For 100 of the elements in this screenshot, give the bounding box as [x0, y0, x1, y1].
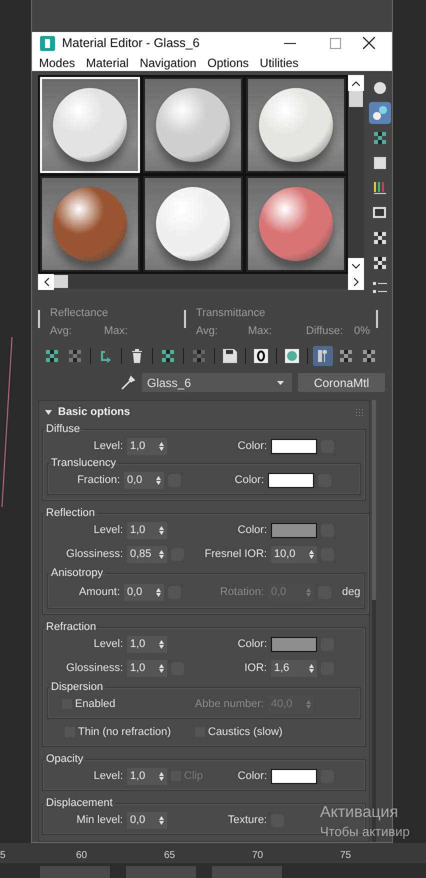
toolbar-button[interactable] [282, 346, 302, 366]
save-icon [222, 348, 238, 364]
close-icon[interactable] [363, 37, 375, 50]
stat-label: Avg: [196, 325, 219, 339]
spinner-arrows-icon[interactable] [159, 526, 164, 534]
field-label: Color: [238, 524, 267, 536]
stat-title: Reflectance [50, 307, 110, 321]
spinner-arrows-icon[interactable] [159, 640, 164, 648]
menu-item[interactable]: Material [86, 56, 129, 70]
checker-icon [160, 348, 176, 364]
square-icon [372, 155, 388, 171]
field-label: Min level: [76, 814, 123, 826]
field-label: Color: [238, 770, 267, 782]
field-label: Glossiness: [66, 548, 123, 560]
spinner-arrows-icon[interactable] [309, 550, 314, 558]
field-label: Fraction: [77, 474, 120, 486]
menu-item[interactable]: Utilities [260, 56, 298, 70]
sample-slot[interactable] [40, 176, 140, 272]
trash-icon [130, 348, 144, 364]
checker-icon [338, 348, 354, 364]
spinner-arrows-icon[interactable] [159, 442, 164, 450]
color-swatch[interactable] [271, 636, 317, 652]
spinner-field[interactable]: 10,0 [271, 546, 317, 562]
spinner-field[interactable]: 0,0 [124, 472, 164, 488]
field-label: Color: [234, 474, 264, 486]
activation-title: Активация [320, 804, 400, 822]
rollout-title[interactable]: Basic options [58, 406, 350, 418]
color-swatch[interactable] [268, 472, 314, 488]
section-title: Reflection [45, 507, 96, 519]
color-swatch[interactable] [271, 438, 317, 454]
sample-slot[interactable] [143, 77, 243, 173]
toolbar-button[interactable] [220, 346, 240, 366]
spinner-arrows-icon[interactable] [156, 476, 161, 484]
spinner-field[interactable]: 1,6 [271, 660, 317, 676]
stat-title: Transmittance [196, 307, 266, 321]
maximize-icon[interactable] [330, 38, 341, 49]
group-title: Anisotropy [50, 567, 104, 579]
field-label: Texture: [228, 814, 267, 826]
checker-icon [372, 255, 388, 271]
checker-icon [372, 130, 388, 146]
scroll-thumb[interactable] [54, 275, 68, 288]
checkbox[interactable]: Thin (no refraction) [47, 726, 171, 738]
section-title: Refraction [45, 621, 98, 633]
ruler-label: 65 [164, 850, 176, 861]
ruler-label: 75 [340, 850, 352, 861]
timeline-ruler[interactable]: 5 60 65 70 75 [0, 843, 426, 863]
color-bars-icon [372, 180, 388, 196]
spinner-arrows-icon[interactable] [159, 550, 164, 558]
menu-item[interactable]: Modes [39, 56, 76, 70]
spinner-field[interactable]: 0,0 [124, 584, 164, 600]
ruler-label: 60 [76, 850, 88, 861]
spinner-field[interactable]: 1,0 [127, 522, 167, 538]
activation-subtitle: Чтобы активир [320, 824, 410, 839]
field-label: IOR: [244, 662, 267, 674]
field-label: Level: [94, 770, 123, 782]
spinner-arrows-icon[interactable] [156, 588, 161, 596]
vertical-scrollbar[interactable] [348, 75, 364, 274]
field-label: Fresnel IOR: [204, 548, 267, 560]
spinner-arrows-icon[interactable] [309, 664, 314, 672]
app-icon [40, 36, 55, 51]
material-type-button[interactable]: CoronaMtl [298, 373, 385, 392]
spinner-field[interactable]: 1,0 [127, 438, 167, 454]
checkbox[interactable]: Enabled [52, 698, 116, 710]
color-swatch[interactable] [271, 522, 317, 538]
color-swatch[interactable] [271, 768, 317, 784]
scroll-thumb[interactable] [349, 91, 363, 107]
checker-icon [67, 348, 83, 364]
sphere-icon [284, 348, 300, 364]
collapse-triangle-icon[interactable] [45, 410, 52, 414]
field-label: Level: [94, 524, 123, 536]
spinner-arrows-icon[interactable] [159, 664, 164, 672]
stat-label: Diffuse: [306, 325, 344, 339]
spinner-field[interactable]: 0,85 [127, 546, 167, 562]
spinner-field[interactable]: 0,0 [127, 812, 167, 828]
spinner-field[interactable]: 1,0 [127, 660, 167, 676]
checker-icon [361, 348, 377, 364]
checkbox[interactable]: Caustics (slow) [195, 726, 283, 738]
field-label: Amount: [79, 586, 120, 598]
field-label: Level: [94, 638, 123, 650]
spinner-arrows-icon[interactable] [159, 772, 164, 780]
menu-item[interactable]: Navigation [140, 56, 196, 70]
stat-label: Avg: [50, 325, 73, 339]
eyedropper-icon[interactable] [120, 374, 136, 390]
stat-value: 0% [354, 325, 371, 339]
sample-slot[interactable] [246, 77, 346, 173]
section-title: Diffuse [45, 423, 82, 435]
spinner-field[interactable]: 1,0 [127, 768, 167, 784]
spinner-arrows-icon[interactable] [159, 816, 164, 824]
material-name-dropdown[interactable]: Glass_6 [142, 373, 292, 392]
sample-slot[interactable] [143, 176, 243, 272]
section-title: Opacity [45, 753, 84, 765]
checker-icon [191, 348, 207, 364]
field-label: Glossiness: [66, 662, 123, 674]
group-title: Dispersion [50, 681, 104, 693]
spinner-field[interactable]: 1,0 [127, 636, 167, 652]
sample-slot[interactable] [246, 176, 346, 272]
horizontal-scrollbar[interactable] [38, 274, 364, 289]
menu-item[interactable]: Options [207, 56, 249, 70]
toolbar-button[interactable] [251, 346, 271, 366]
checker-icon [372, 230, 388, 246]
